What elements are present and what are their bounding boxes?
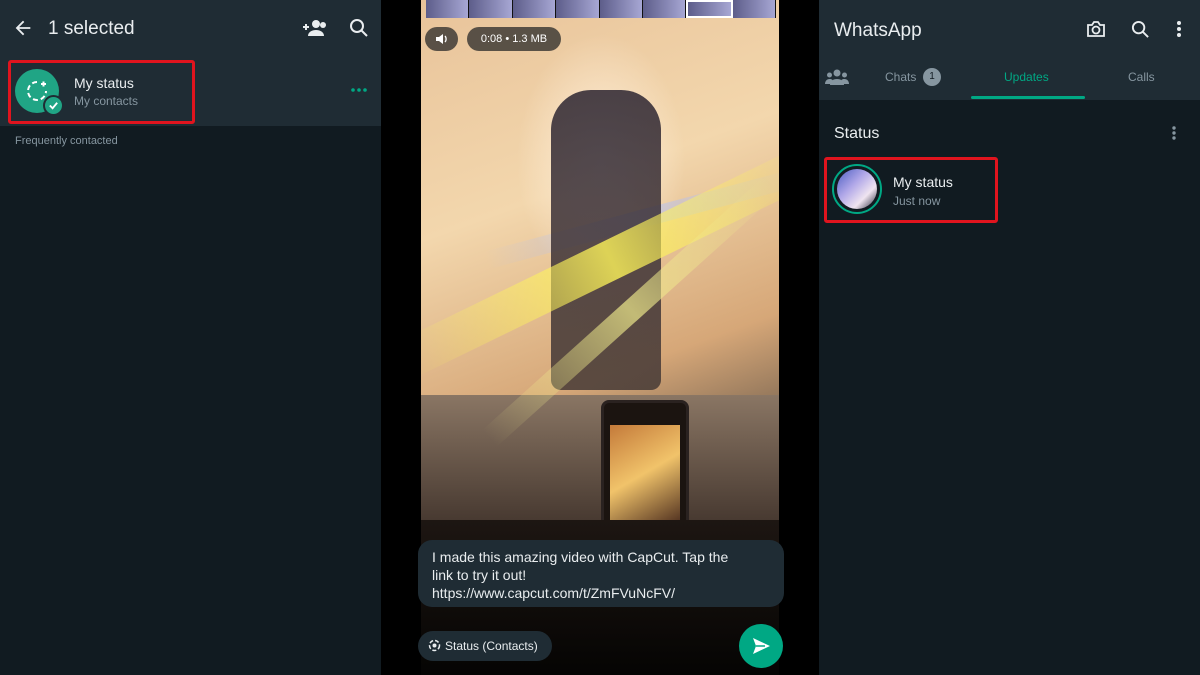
status-avatar <box>832 164 882 214</box>
status-audience-label: Status (Contacts) <box>445 639 538 653</box>
camera-icon[interactable] <box>1086 20 1106 38</box>
add-contacts-icon[interactable] <box>301 18 327 38</box>
selected-check-badge <box>43 95 64 116</box>
menu-icon[interactable] <box>1176 20 1182 38</box>
app-title: WhatsApp <box>834 20 922 41</box>
video-trim-strip[interactable] <box>426 0 776 18</box>
my-status-time: Just now <box>893 194 941 208</box>
share-panel: 1 selected My status My contacts Frequen… <box>0 0 381 675</box>
selection-header: 1 selected <box>0 0 381 56</box>
my-status-name: My status <box>893 174 953 190</box>
app-header: WhatsApp Chats 1 Updates Calls <box>819 0 1200 100</box>
search-icon[interactable] <box>1131 20 1150 39</box>
selection-title: 1 selected <box>48 18 135 39</box>
unread-badge: 1 <box>923 68 941 86</box>
volume-button[interactable] <box>425 27 458 51</box>
status-menu-icon[interactable] <box>1171 125 1177 141</box>
my-status-audience: My contacts <box>74 94 139 108</box>
search-icon[interactable] <box>349 18 369 38</box>
caption-line: I made this amazing video with CapCut. T… <box>432 549 729 565</box>
phone-in-crowd <box>601 400 689 540</box>
status-audience-chip[interactable]: Status (Contacts) <box>418 631 552 661</box>
video-duration-size: 0:08 • 1.3 MB <box>467 27 561 51</box>
send-icon <box>753 638 770 654</box>
volume-icon <box>436 34 447 44</box>
my-status-name: My status <box>74 75 134 91</box>
caption-line: link to try it out! <box>432 567 527 583</box>
back-arrow-icon[interactable] <box>12 17 34 39</box>
caption-link: https://www.capcut.com/t/ZmFVuNcFV/ <box>432 585 675 601</box>
status-section-title: Status <box>834 125 880 142</box>
section-label: Frequently contacted <box>15 135 118 147</box>
status-icon <box>428 639 441 652</box>
caption-input[interactable]: I made this amazing video with CapCut. T… <box>418 540 784 607</box>
my-status-item[interactable]: My status Just now <box>819 155 1200 225</box>
more-dots-icon[interactable] <box>350 86 368 94</box>
tab-calls[interactable]: Calls <box>1128 70 1155 84</box>
check-icon <box>49 102 58 110</box>
community-icon[interactable] <box>825 68 849 86</box>
send-button[interactable] <box>739 624 783 668</box>
status-editor: 0:08 • 1.3 MB I made this amazing video … <box>381 0 819 675</box>
active-tab-indicator <box>971 96 1085 99</box>
tab-updates[interactable]: Updates <box>1004 70 1049 84</box>
updates-panel: WhatsApp Chats 1 Updates Calls Status My… <box>819 0 1200 675</box>
my-status-item[interactable]: My status My contacts <box>0 56 381 126</box>
tab-chats[interactable]: Chats <box>885 70 916 84</box>
